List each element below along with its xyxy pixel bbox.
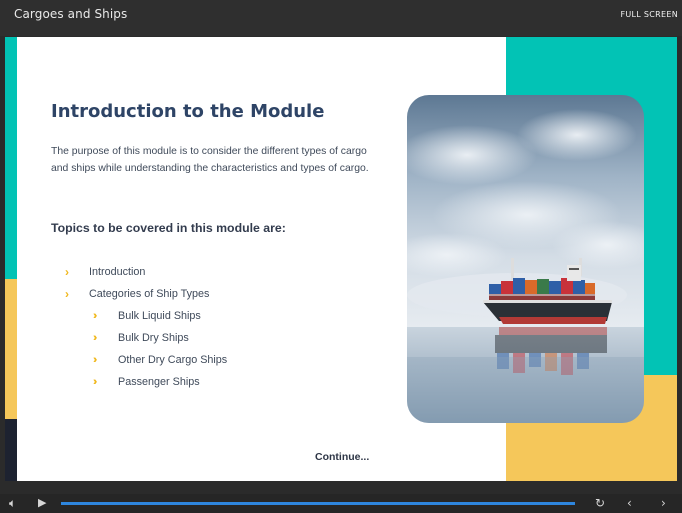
title-bar: Cargoes and Ships FULL SCREEN <box>0 0 682 36</box>
cargo-ship-photo <box>407 95 644 423</box>
next-icon[interactable]: › <box>661 496 666 510</box>
fullscreen-button[interactable]: FULL SCREEN <box>620 10 678 19</box>
continue-button[interactable]: Continue... <box>315 451 369 463</box>
topic-item: ›› Bulk Dry Ships <box>65 327 227 349</box>
progress-fill <box>61 502 575 505</box>
play-icon[interactable]: ▶ <box>38 496 46 509</box>
double-chevron-right-icon: ›› <box>93 376 98 388</box>
chevron-right-icon: › <box>65 287 69 301</box>
double-chevron-right-icon: ›› <box>93 310 98 322</box>
topic-item: › Categories of Ship Types <box>65 283 227 305</box>
topic-label: Bulk Liquid Ships <box>118 310 201 322</box>
left-accent-yellow <box>5 279 17 419</box>
double-chevron-right-icon: ›› <box>93 354 98 366</box>
replay-icon[interactable]: ↻ <box>595 496 605 510</box>
topic-item: ›› Passenger Ships <box>65 371 227 393</box>
topic-label: Categories of Ship Types <box>89 288 210 300</box>
topic-label: Passenger Ships <box>118 376 200 388</box>
left-accent-dark <box>5 419 17 481</box>
topic-label: Other Dry Cargo Ships <box>118 354 228 366</box>
topic-label: Introduction <box>89 266 146 278</box>
volume-icon[interactable]: 🔈︎ <box>9 496 16 511</box>
app-window: Cargoes and Ships FULL SCREEN Introducti… <box>0 0 682 513</box>
cargo-ship-illustration <box>407 95 644 423</box>
topics-heading: Topics to be covered in this module are: <box>51 221 286 235</box>
topics-list: › Introduction › Categories of Ship Type… <box>65 261 227 393</box>
progress-bar[interactable] <box>61 502 575 505</box>
previous-icon[interactable]: ‹ <box>627 496 632 510</box>
topic-label: Bulk Dry Ships <box>118 332 189 344</box>
course-title: Cargoes and Ships <box>14 7 128 21</box>
slide: Introduction to the Module The purpose o… <box>5 37 677 481</box>
left-accent-gap <box>17 37 27 481</box>
slide-heading: Introduction to the Module <box>51 101 325 122</box>
left-accent-teal <box>5 37 17 279</box>
player-controls: 🔈︎ ▶ ↻ ‹ › <box>0 494 682 513</box>
chevron-right-icon: › <box>65 265 69 279</box>
topic-item: ›› Bulk Liquid Ships <box>65 305 227 327</box>
double-chevron-right-icon: ›› <box>93 332 98 344</box>
topic-item: ›› Other Dry Cargo Ships <box>65 349 227 371</box>
topic-item: › Introduction <box>65 261 227 283</box>
intro-paragraph: The purpose of this module is to conside… <box>51 146 369 174</box>
